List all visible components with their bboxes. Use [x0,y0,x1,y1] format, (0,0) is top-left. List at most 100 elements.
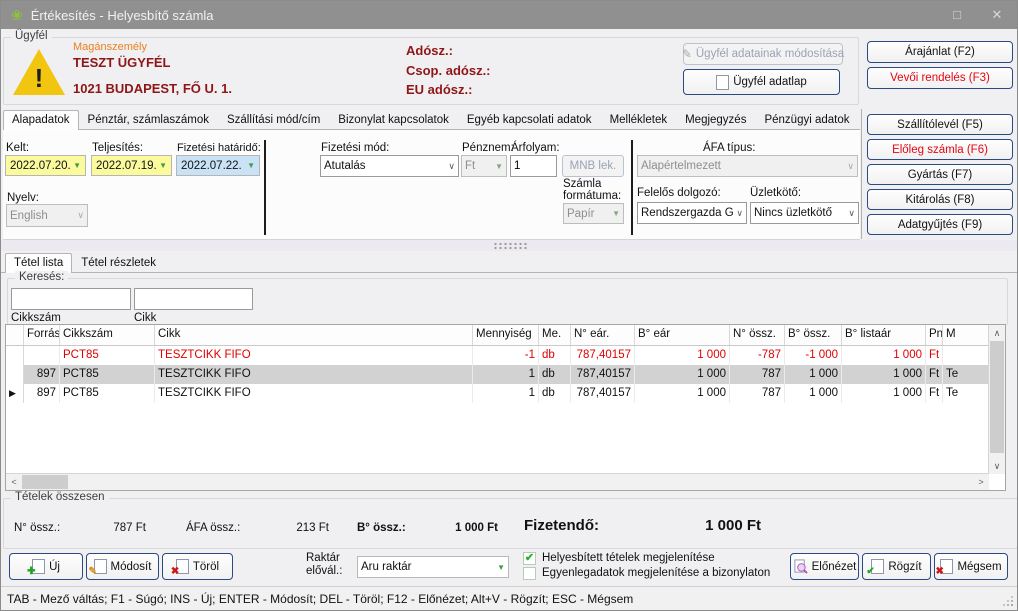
grid-row[interactable]: PCT85 TESZTCIKK FIFO -1 db 787,40157 1 0… [6,346,989,365]
scroll-up-icon[interactable]: ∧ [989,325,1005,341]
tab-szallitasi-mod[interactable]: Szállítási mód/cím [218,110,329,129]
gyartas-button[interactable]: Gyártás (F7) [867,164,1013,185]
eu-tax-number-label: EU adósz.: [406,82,472,97]
splitter[interactable] [1,240,1018,251]
dropdown-icon[interactable]: ▼ [159,161,167,170]
cell-netto-osszesen: -787 [730,346,785,365]
tab-alapadatok[interactable]: Alapadatok [3,110,79,130]
scroll-right-icon[interactable]: > [973,474,989,490]
cell-netto-egysegar: 787,40157 [571,365,635,384]
helyesbitett-checkbox[interactable]: ✔ [523,552,536,565]
penznem-combo: Ft ▼ [461,155,507,177]
cell-netto-osszesen: 787 [730,365,785,384]
tab-penztar-szamlaszamok[interactable]: Pénztár, számlaszámok [79,110,218,129]
customer-name: TESZT ÜGYFÉL [73,55,171,70]
fizetesi-mod-combo[interactable]: Átutalás ∨ [320,155,459,177]
fizetesi-hatarido-datefield[interactable]: 2022.07.22. ▼ [176,155,260,176]
grid-row[interactable]: 897 PCT85 TESZTCIKK FIFO 1 db 787,40157 … [6,365,989,384]
megsem-button[interactable]: ✖ Mégsem [934,553,1008,580]
torol-button[interactable]: ✖ Töröl [162,553,233,580]
teljesites-label: Teljesítés: [92,142,143,154]
col-penznem[interactable]: Pn. [926,325,943,345]
fizetesi-hatarido-label: Fizetési határidő: [177,142,261,154]
maximize-icon[interactable]: □ [937,1,977,29]
cell-me: db [539,384,571,403]
cell-netto-egysegar: 787,40157 [571,384,635,403]
szallitolevel-button[interactable]: Szállítólevél (F5) [867,114,1013,135]
szamla-formatuma-combo: Papír ▼ [563,203,624,224]
splitter-grip[interactable] [493,242,527,250]
cell-brutto-egysegar: 1 000 [635,365,730,384]
teljesites-datefield[interactable]: 2022.07.19. ▼ [91,155,172,176]
arajanlat-button[interactable]: Árajánlat (F2) [867,41,1013,63]
col-brutto-osszesen[interactable]: B° össz. [785,325,842,345]
col-netto-egysegar[interactable]: N° eár. [571,325,635,345]
col-cikkszam[interactable]: Cikkszám [60,325,155,345]
cell-me: db [539,365,571,384]
cell-mennyiseg: 1 [473,384,539,403]
grid-row[interactable]: ▶ 897 PCT85 TESZTCIKK FIFO 1 db 787,4015… [6,384,989,403]
divider [861,109,862,239]
cell-mennyiseg: 1 [473,365,539,384]
col-brutto-listaar[interactable]: B° listaár [842,325,926,345]
fizetesi-mod-label: Fizetési mód: [321,142,389,154]
elonezet-button[interactable]: Előnézet [790,553,859,580]
col-netto-osszesen[interactable]: N° össz. [730,325,785,345]
rogzit-button[interactable]: ✔ Rögzít [862,553,931,580]
close-icon[interactable]: ✕ [977,1,1017,29]
customer-datasheet-button[interactable]: Ügyfél adatlap [683,69,840,95]
chevron-down-icon[interactable]: ∨ [848,208,855,219]
kelt-datefield[interactable]: 2022.07.20. ▼ [5,155,86,176]
felelos-dolgozo-combo[interactable]: Rendszergazda Gé ∨ [637,202,747,224]
vevoi-rendeles-button[interactable]: Vevői rendelés (F3) [867,67,1013,89]
chevron-down-icon[interactable]: ∨ [448,161,455,172]
scroll-down-icon[interactable]: ∨ [989,458,1005,474]
tab-megjegyzes[interactable]: Megjegyzés [676,110,755,129]
horizontal-scrollbar[interactable]: < > [6,473,989,490]
tax-number-label: Adósz.: [406,43,453,58]
scroll-left-icon[interactable]: < [6,474,22,490]
afa-osszesen-label: ÁFA össz.: [186,522,240,534]
resize-grip[interactable] [1011,604,1013,606]
egyenlegadatok-checkbox-label[interactable]: Egyenlegadatok megjelenítése a bizonylat… [542,567,770,579]
kelt-label: Kelt: [6,142,29,154]
uj-button[interactable]: ✚ Új [9,553,83,580]
egyenlegadatok-checkbox[interactable] [523,567,536,580]
tab-mellekletek[interactable]: Mellékletek [601,110,677,129]
col-forras[interactable]: Forrás [24,325,60,345]
eloleg-szamla-button[interactable]: Előleg számla (F6) [867,139,1013,160]
uzletkoto-combo[interactable]: Nincs üzletkötő ∨ [750,202,859,224]
tab-egyeb-kapcsolati-adatok[interactable]: Egyéb kapcsolati adatok [458,110,601,129]
current-row-marker-icon: ▶ [6,384,24,403]
helyesbitett-checkbox-label[interactable]: Helyesbített tételek megjelenítése [542,552,715,564]
col-mennyiseg[interactable]: Mennyiség [473,325,539,345]
col-cikk[interactable]: Cikk [155,325,473,345]
vertical-scrollbar[interactable]: ∧ ∨ [988,325,1005,474]
tab-tetel-lista[interactable]: Tétel lista [5,253,72,273]
customer-group-label: Ügyfél [11,30,52,42]
col-brutto-egysegar[interactable]: B° eár [635,325,730,345]
cell-m: Te [943,365,989,384]
col-m[interactable]: M [943,325,989,345]
dropdown-icon[interactable]: ▼ [247,161,255,170]
adatgyujtes-button[interactable]: Adatgyűjtés (F9) [867,214,1013,235]
grid-viewport: Forrás Cikkszám Cikk Mennyiség Me. N° eá… [6,325,989,474]
tab-tetel-reszletek[interactable]: Tétel részletek [72,253,165,272]
modosit-button[interactable]: ✎ Módosít [86,553,159,580]
tab-bizonylat-kapcsolatok[interactable]: Bizonylat kapcsolatok [329,110,458,129]
vertical-scroll-thumb[interactable] [990,341,1004,453]
raktar-combo[interactable]: Áru raktár ▼ [357,556,509,578]
cikkszam-search-input[interactable] [11,288,131,310]
titlebar: ❀ Értékesítés - Helyesbítő számla □ ✕ [1,1,1017,29]
cikk-search-input[interactable] [134,288,253,310]
col-me[interactable]: Me. [539,325,571,345]
horizontal-scroll-thumb[interactable] [22,475,68,489]
szamla-formatuma-label: Számla formátuma: [563,178,625,202]
tab-penzugyi-adatok[interactable]: Pénzügyi adatok [755,110,858,129]
arfolyam-input[interactable] [510,155,557,177]
kitarolas-button[interactable]: Kitárolás (F8) [867,189,1013,210]
dropdown-icon[interactable]: ▼ [73,161,81,170]
chevron-down-icon[interactable]: ∨ [736,208,743,219]
warning-icon: ! [13,49,65,99]
dropdown-icon[interactable]: ▼ [497,563,505,572]
